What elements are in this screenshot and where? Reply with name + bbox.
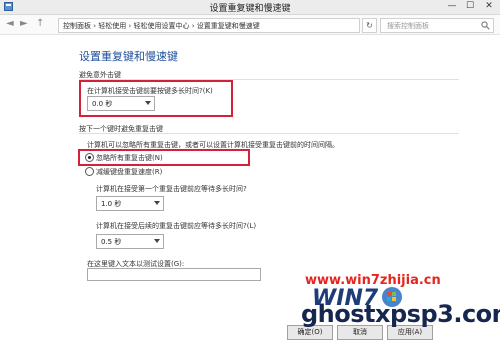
breadcrumb[interactable]: 控制面板 › 轻松使用 › 轻松使用设置中心 › 设置重复键和慢速键 — [63, 21, 260, 31]
subsequent-wait-value: 0.5 秒 — [101, 238, 122, 246]
back-button[interactable]: ◄ — [6, 18, 14, 30]
watermark-site: ghostxpsp3.com — [301, 300, 500, 328]
highlight-box — [78, 149, 250, 166]
close-button[interactable]: ✕ — [480, 0, 498, 13]
navigation-bar: ◄ ► ↑ 控制面板 › 轻松使用 › 轻松使用设置中心 › 设置重复键和慢速键… — [0, 15, 500, 35]
search-placeholder: 搜索控制面板 — [387, 22, 429, 30]
maximize-button[interactable]: ☐ — [462, 0, 478, 13]
search-input[interactable]: 搜索控制面板 — [380, 18, 494, 33]
title-bar: 设置重复键和慢速键 — ☐ ✕ — [0, 0, 500, 15]
radio-slow-repeat[interactable] — [85, 167, 94, 176]
search-icon — [481, 21, 490, 30]
test-input[interactable] — [87, 268, 261, 281]
divider — [79, 133, 459, 134]
refresh-button[interactable]: ↻ — [362, 18, 377, 33]
window-title: 设置重复键和慢速键 — [209, 4, 291, 14]
highlight-box — [79, 80, 233, 117]
minimize-button[interactable]: — — [444, 0, 460, 13]
chevron-down-icon — [154, 201, 160, 205]
address-bar[interactable]: 控制面板 › 轻松使用 › 轻松使用设置中心 › 设置重复键和慢速键 — [58, 18, 360, 33]
page-heading: 设置重复键和慢速键 — [79, 50, 178, 63]
radio-slow-repeat-label[interactable]: 减缓键盘重复速度(R) — [96, 167, 162, 177]
first-wait-value: 1.0 秒 — [101, 200, 122, 208]
subsequent-wait-label: 计算机在接受后续的重复击键前应等待多长时间?(L) — [96, 222, 257, 230]
first-wait-select[interactable]: 1.0 秒 — [96, 196, 164, 211]
up-button[interactable]: ↑ — [36, 18, 44, 30]
chevron-down-icon — [154, 239, 160, 243]
first-wait-label: 计算机在接受第一个重复击键前应等待多长时间? — [96, 185, 247, 193]
subsequent-wait-select[interactable]: 0.5 秒 — [96, 234, 164, 249]
forward-button[interactable]: ► — [20, 18, 28, 30]
